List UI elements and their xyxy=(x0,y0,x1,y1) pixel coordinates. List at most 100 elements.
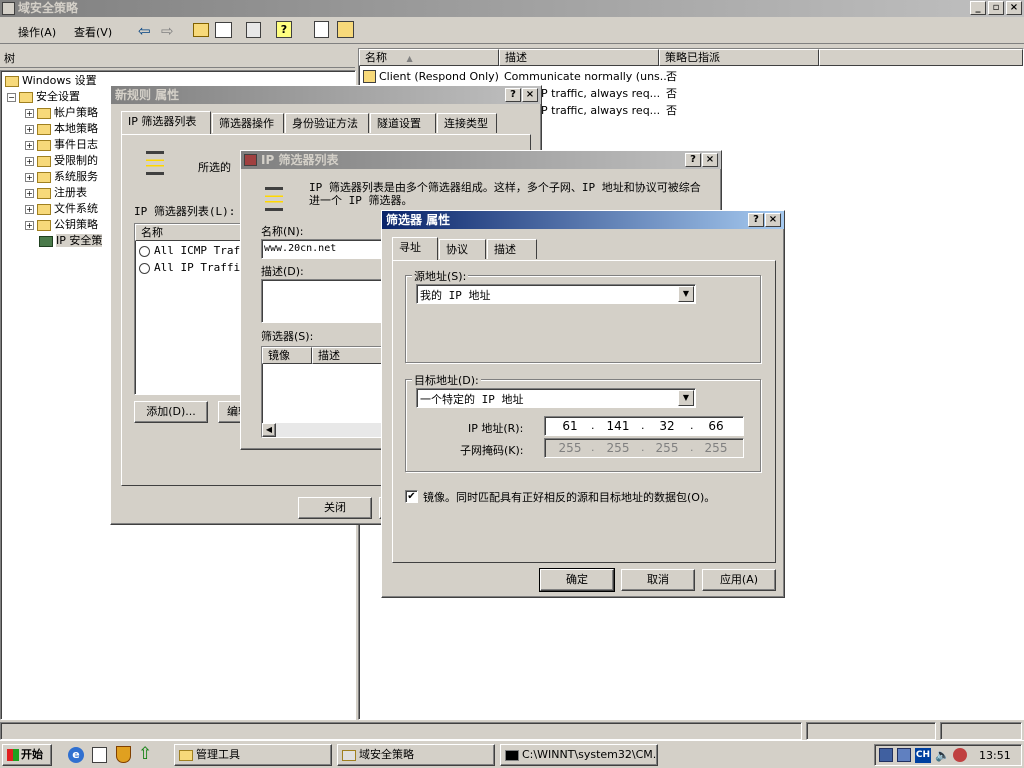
expand-icon[interactable]: + xyxy=(25,172,34,182)
close-button[interactable]: × xyxy=(1006,1,1022,15)
tree-account-policy[interactable]: + 帐户策略 xyxy=(25,105,98,121)
ip-filter-listview[interactable]: 名称 All ICMP Traff All IP Traffic xyxy=(134,223,247,395)
col-header-name[interactable]: 名称 xyxy=(135,224,243,241)
tree-file-system[interactable]: + 文件系统 xyxy=(25,201,98,217)
col-header-desc[interactable]: 描述 xyxy=(312,347,390,364)
back-icon[interactable]: ⇦ xyxy=(138,22,151,40)
expand-icon[interactable]: + xyxy=(25,156,34,166)
tree-security-settings[interactable]: − 安全设置 xyxy=(7,89,80,105)
tree-windows-settings[interactable]: Windows 设置 xyxy=(5,73,97,89)
close-button[interactable]: × xyxy=(765,213,781,227)
tab-addressing[interactable]: 寻址 xyxy=(392,237,438,260)
radio-button[interactable] xyxy=(139,262,150,274)
start-button[interactable]: 开始 xyxy=(2,744,52,766)
expand-icon[interactable]: + xyxy=(25,124,34,134)
scroll-left-icon[interactable]: ◀ xyxy=(262,423,276,437)
filter-list-titlebar[interactable]: IP 筛选器列表 ? × xyxy=(241,151,721,169)
expand-icon[interactable]: + xyxy=(25,204,34,214)
cancel-button[interactable]: 取消 xyxy=(621,569,695,591)
tree-registry[interactable]: + 注册表 xyxy=(25,185,87,201)
col-header-name[interactable]: 名称 ▲ xyxy=(359,49,499,66)
assign-icon[interactable] xyxy=(337,21,354,38)
display-icon[interactable] xyxy=(897,748,911,762)
col-header-assigned[interactable]: 策略已指派 xyxy=(659,49,819,66)
minimize-button[interactable]: _ xyxy=(970,1,986,15)
tab-tunnel[interactable]: 隧道设置 xyxy=(370,113,436,133)
tree-icon[interactable]: ⇧ xyxy=(138,744,152,764)
expand-icon[interactable]: + xyxy=(25,108,34,118)
system-tray: CH 🔈 13:51 xyxy=(874,744,1022,766)
filter-props-titlebar[interactable]: 筛选器 属性 ? × xyxy=(382,211,784,229)
menu-action[interactable]: 操作(A) xyxy=(18,24,56,40)
tree-local-policy[interactable]: + 本地策略 xyxy=(25,121,98,137)
tab-filter-action[interactable]: 筛选器操作 xyxy=(212,113,284,133)
status-pane-3 xyxy=(940,722,1022,740)
expand-icon[interactable]: + xyxy=(25,220,34,230)
tab-connection-type[interactable]: 连接类型 xyxy=(437,113,497,133)
show-tree-icon[interactable] xyxy=(215,22,232,38)
main-title: 域安全策略 xyxy=(18,1,79,15)
list-row[interactable]: Client (Respond Only) Communicate normal… xyxy=(361,69,1021,85)
filter-description-input[interactable] xyxy=(261,279,391,323)
tab-ip-filter-list[interactable]: IP 筛选器列表 xyxy=(121,111,211,134)
ip-address-input[interactable]: 61 . 141 . 32 . 66 xyxy=(544,416,744,436)
ie-icon[interactable]: e xyxy=(68,747,84,763)
tab-protocol[interactable]: 协议 xyxy=(439,239,486,259)
taskbar-button-cmd[interactable]: C:\WINNT\system32\CM... xyxy=(500,744,658,766)
tab-auth-methods[interactable]: 身份验证方法 xyxy=(285,113,369,133)
col-header-desc[interactable]: 描述 xyxy=(499,49,659,66)
tab-description[interactable]: 描述 xyxy=(487,239,537,259)
collapse-icon[interactable]: − xyxy=(7,92,16,102)
list-item[interactable]: All IP Traffic xyxy=(139,261,247,274)
apply-button[interactable]: 应用(A) xyxy=(702,569,776,591)
tree-public-key[interactable]: + 公钥策略 xyxy=(25,217,98,233)
mirror-checkbox[interactable]: ✔ xyxy=(405,490,418,503)
col-header-filler xyxy=(819,49,1023,66)
horizontal-scrollbar[interactable]: ◀ xyxy=(262,423,390,437)
filters-listview[interactable]: 镜像 描述 ◀ xyxy=(261,346,391,438)
shield-icon[interactable] xyxy=(116,746,131,763)
chevron-down-icon[interactable]: ▼ xyxy=(678,390,694,406)
tree-ip-security[interactable]: IP 安全策 xyxy=(39,233,103,249)
notepad-icon[interactable] xyxy=(92,747,107,763)
chevron-down-icon[interactable]: ▼ xyxy=(678,286,694,302)
ime-indicator[interactable]: CH xyxy=(915,748,931,763)
rule-close-button[interactable]: 关闭 xyxy=(298,497,372,519)
col-header-mirror[interactable]: 镜像 xyxy=(262,347,312,364)
expand-icon[interactable]: + xyxy=(25,188,34,198)
add-button[interactable]: 添加(D)... xyxy=(134,401,208,423)
close-button[interactable]: × xyxy=(522,88,538,102)
tree-restricted[interactable]: + 受限制的 xyxy=(25,153,98,169)
filter-name-input[interactable]: www.20cn.net xyxy=(261,239,391,259)
close-button[interactable]: × xyxy=(702,153,718,167)
radio-button[interactable] xyxy=(139,245,150,257)
ok-button[interactable]: 确定 xyxy=(539,568,615,592)
dest-address-select[interactable]: 一个特定的 IP 地址 ▼ xyxy=(416,388,696,408)
status-pane-2 xyxy=(806,722,936,740)
main-titlebar[interactable]: 域安全策略 _ ▫ × xyxy=(0,0,1024,17)
forward-icon[interactable]: ⇨ xyxy=(161,22,174,40)
help-button[interactable]: ? xyxy=(748,213,764,227)
tree-system-services[interactable]: + 系统服务 xyxy=(25,169,98,185)
volume-icon[interactable]: 🔈 xyxy=(935,748,950,762)
help-icon[interactable]: ? xyxy=(276,21,292,38)
list-item[interactable]: All ICMP Traff xyxy=(139,244,247,257)
menu-view[interactable]: 查看(V) xyxy=(74,24,112,40)
help-button[interactable]: ? xyxy=(505,88,521,102)
folder-icon xyxy=(37,155,51,167)
taskbar-button-admin-tools[interactable]: 管理工具 xyxy=(174,744,332,766)
up-folder-icon[interactable] xyxy=(193,23,209,37)
help-button[interactable]: ? xyxy=(685,153,701,167)
export-icon[interactable] xyxy=(246,22,261,38)
policy-icon xyxy=(363,70,376,83)
security-tray-icon[interactable] xyxy=(953,748,967,762)
expand-icon[interactable]: + xyxy=(25,140,34,150)
taskbar-button-domain-policy[interactable]: 域安全策略 xyxy=(337,744,495,766)
rule-dialog-titlebar[interactable]: 新规则 属性 ? × xyxy=(111,86,541,104)
maximize-button[interactable]: ▫ xyxy=(988,1,1004,15)
network-icon[interactable] xyxy=(879,748,893,762)
source-address-select[interactable]: 我的 IP 地址 ▼ xyxy=(416,284,696,304)
tree-event-log[interactable]: + 事件日志 xyxy=(25,137,98,153)
policy-icon[interactable] xyxy=(314,21,329,38)
folder-icon xyxy=(37,203,51,215)
